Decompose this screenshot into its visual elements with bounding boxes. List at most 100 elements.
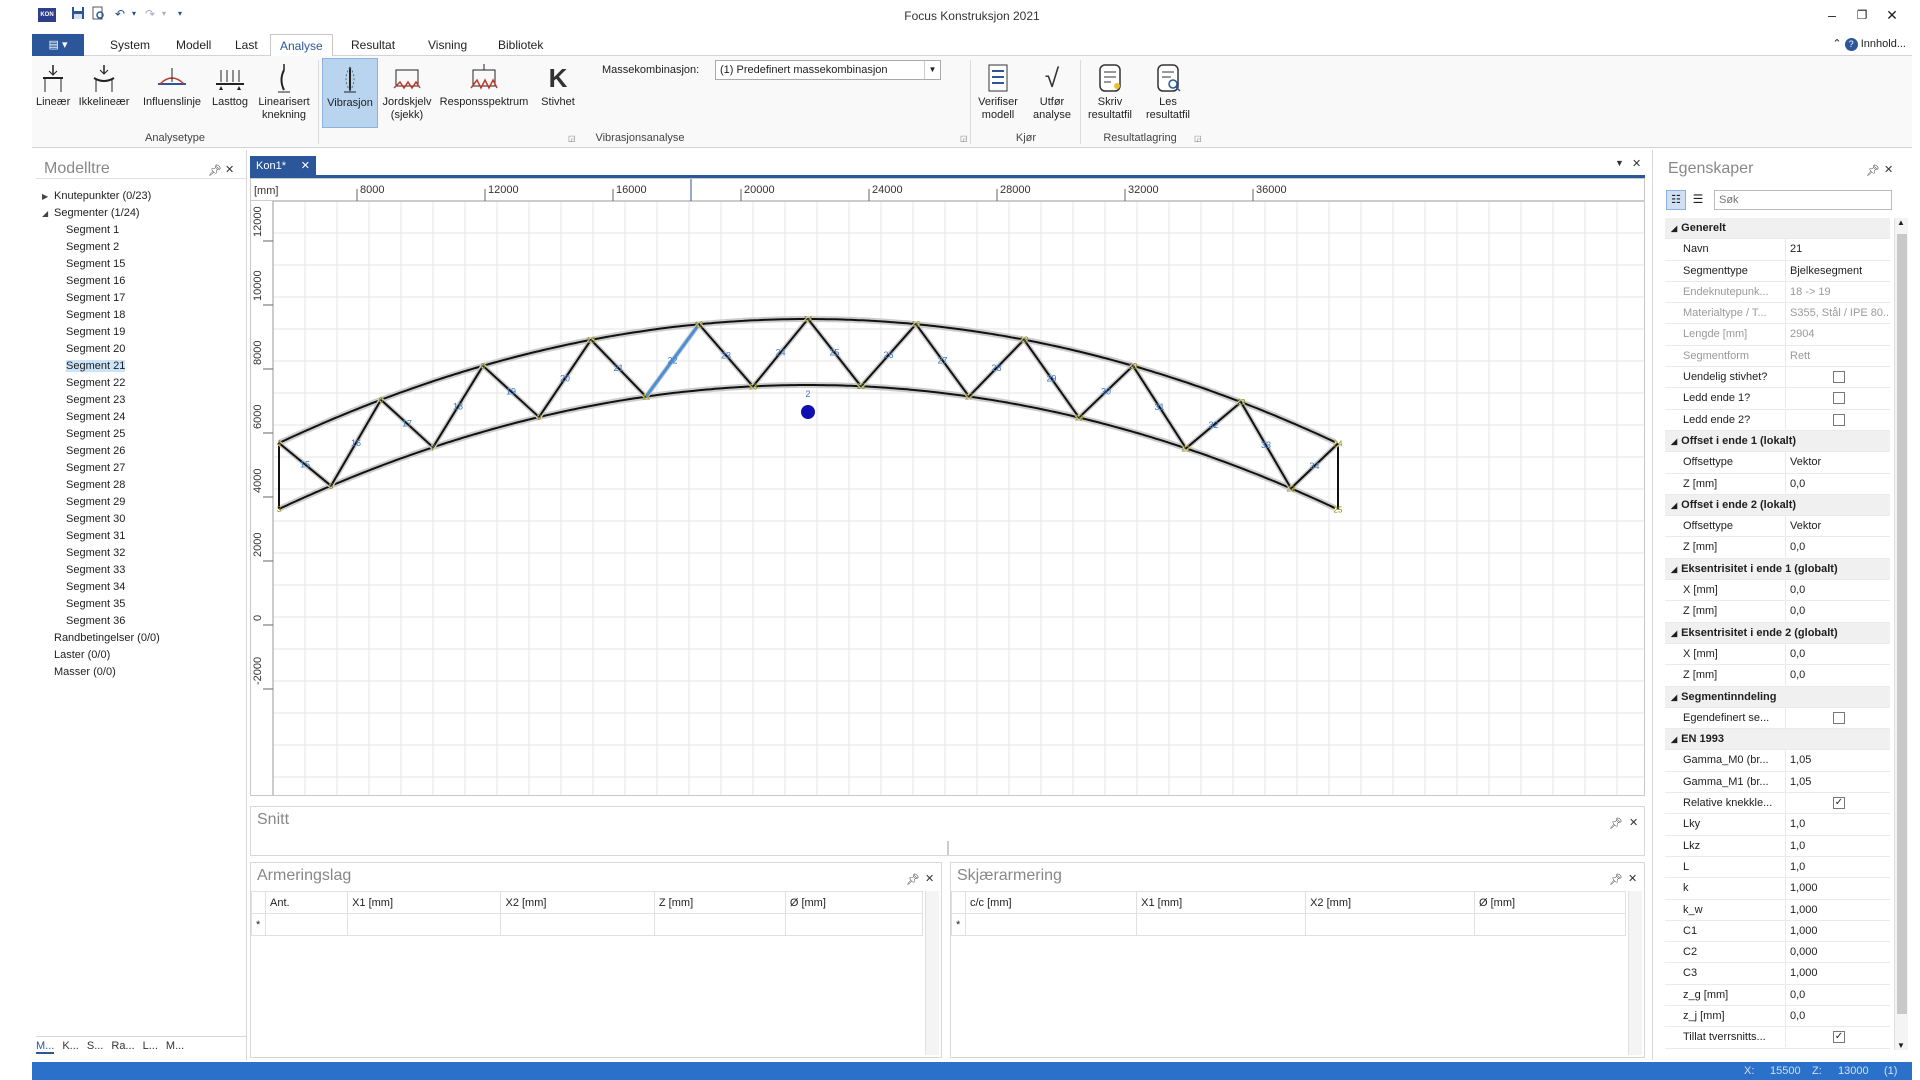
property-row[interactable]: Segmentform Rett [1665, 345, 1890, 368]
tree-item[interactable]: Segment 26 [36, 443, 236, 460]
property-value[interactable]: 1,05 [1785, 771, 1890, 793]
collapse-arrow-icon[interactable]: ◢ [1671, 735, 1677, 744]
property-row[interactable]: Offsettype Vektor [1665, 516, 1890, 538]
bottom-tab[interactable]: M... [166, 1040, 184, 1052]
tree-item[interactable]: Segment 35 [36, 596, 236, 613]
property-row[interactable]: C3 1,000 [1665, 963, 1890, 985]
tree-item[interactable]: Segment 21 [36, 358, 236, 375]
tab-resultat[interactable]: Resultat [342, 34, 404, 56]
linearized-buckling-button[interactable]: Linearisert knekning [256, 62, 312, 122]
property-value[interactable]: 0,0 [1785, 665, 1890, 687]
column-header[interactable]: X1 [mm] [1136, 891, 1307, 914]
property-value[interactable]: 0,0 [1785, 1005, 1890, 1027]
new-row[interactable]: * [251, 913, 924, 936]
tree-item[interactable]: Segment 31 [36, 528, 236, 545]
bottom-tab[interactable]: Ra... [111, 1040, 134, 1052]
property-row[interactable]: z_j [mm] 0,0 [1665, 1005, 1890, 1028]
grid-cell[interactable] [653, 913, 786, 936]
property-scrollbar[interactable]: ▲ ▼ [1894, 218, 1908, 1050]
bottom-tab[interactable]: S... [87, 1040, 104, 1052]
property-value[interactable]: 0,0 [1785, 643, 1890, 665]
column-header[interactable]: X2 [mm] [1305, 891, 1476, 914]
pin-icon[interactable]: 📌︎ [906, 873, 920, 886]
grid-cell[interactable] [1136, 913, 1307, 936]
alphabetical-view-icon[interactable]: ☰ [1688, 190, 1708, 210]
tree-item[interactable]: Laster (0/0) [36, 647, 236, 664]
tree-item[interactable]: Segment 30 [36, 511, 236, 528]
property-category[interactable]: ◢ Generelt [1665, 218, 1890, 240]
splitter-handle[interactable] [947, 841, 949, 855]
center-of-mass-marker[interactable] [801, 405, 815, 419]
pin-icon[interactable]: 📌︎ [1866, 164, 1880, 177]
influence-line-button[interactable]: Influenslinje [140, 62, 204, 109]
property-value[interactable]: 0,000 [1785, 942, 1890, 964]
scrollbar-thumb[interactable] [1897, 234, 1907, 1014]
property-row[interactable]: Materialtype / T... S355, Stål / IPE 80..… [1665, 303, 1890, 325]
property-row[interactable]: Gamma_M1 (br... 1,05 [1665, 771, 1890, 794]
bottom-tab[interactable]: K... [62, 1040, 79, 1052]
resultatlagring-launcher-icon[interactable]: ◲ [1194, 134, 1202, 143]
earthquake-check-button[interactable]: Jordskjelv (sjekk) [382, 62, 432, 122]
property-row[interactable]: X [mm] 0,0 [1665, 580, 1890, 602]
tree-item[interactable]: Segment 36 [36, 613, 236, 630]
property-row[interactable]: Ledd ende 2? [1665, 409, 1890, 431]
document-tab-kon1[interactable]: Kon1* ✕ [250, 156, 316, 176]
property-value[interactable]: Bjelkesegment [1785, 260, 1890, 282]
property-value[interactable]: 1,0 [1785, 814, 1890, 836]
property-value[interactable]: 1,000 [1785, 920, 1890, 942]
property-row[interactable]: Ledd ende 1? [1665, 388, 1890, 410]
pin-icon[interactable]: 📌︎ [208, 164, 222, 177]
linear-analysis-button[interactable]: Lineær [36, 62, 70, 109]
property-value[interactable]: 1,000 [1785, 899, 1890, 921]
tree-item[interactable]: Randbetingelser (0/0) [36, 630, 236, 647]
grid-cell[interactable] [347, 913, 502, 936]
column-header[interactable]: Ø [mm] [784, 891, 924, 914]
load-train-button[interactable]: Lasttog [210, 62, 250, 109]
close-icon[interactable]: ✕ [1878, 4, 1906, 26]
close-document-icon[interactable]: ✕ [1632, 157, 1641, 170]
bottom-tab[interactable]: L... [143, 1040, 158, 1052]
property-row[interactable]: Z [mm] 0,0 [1665, 473, 1890, 495]
scroll-down-icon[interactable]: ▼ [1897, 1041, 1905, 1050]
expand-arrow-icon[interactable]: ▶ [42, 188, 54, 205]
verify-model-button[interactable]: Verifiser modell [974, 62, 1022, 122]
column-header[interactable]: Ø [mm] [1474, 891, 1626, 914]
property-category[interactable]: ◢ Eksentrisitet i ende 2 (globalt) [1665, 622, 1890, 644]
armeringslag-grid[interactable]: Ant. X1 [mm] X2 [mm] Z [mm] Ø [mm] * [251, 891, 924, 936]
property-value[interactable]: 0,0 [1785, 473, 1890, 495]
property-row[interactable]: Uendelig stivhet? [1665, 367, 1890, 389]
grid-cell[interactable] [784, 913, 924, 936]
tab-system[interactable]: System [101, 34, 159, 56]
collapse-arrow-icon[interactable]: ◢ [1671, 565, 1677, 574]
property-row[interactable]: Relative knekkle... ✓ [1665, 793, 1890, 815]
stiffness-button[interactable]: K Stivhet [536, 62, 580, 109]
property-row[interactable]: L 1,0 [1665, 856, 1890, 879]
property-category[interactable]: ◢ Offset i ende 2 (lokalt) [1665, 494, 1890, 517]
write-result-file-button[interactable]: Skriv resultatfil [1082, 62, 1138, 122]
property-value[interactable]: 1,0 [1785, 856, 1890, 878]
tab-analyse[interactable]: Analyse [270, 34, 333, 57]
tree-item[interactable]: Segment 1 [36, 222, 236, 239]
property-row[interactable]: Endeknutepunk... 18 -> 19 [1665, 281, 1890, 304]
property-row[interactable]: Lengde [mm] 2904 [1665, 324, 1890, 346]
property-row[interactable]: Z [mm] 0,0 [1665, 537, 1890, 559]
nonlinear-analysis-button[interactable]: Ikkelineær [76, 62, 132, 109]
property-row[interactable]: z_g [mm] 0,0 [1665, 984, 1890, 1006]
property-value[interactable]: 0,0 [1785, 601, 1890, 623]
property-value[interactable]: Vektor [1785, 452, 1890, 474]
property-row[interactable]: k_w 1,000 [1665, 899, 1890, 921]
property-value[interactable]: 1,000 [1785, 878, 1890, 900]
bottom-tab[interactable]: M... [36, 1040, 55, 1054]
collapse-arrow-icon[interactable]: ◢ [42, 205, 54, 222]
chevron-down-icon[interactable]: ▼ [924, 61, 940, 79]
tree-item[interactable]: Segment 19 [36, 324, 236, 341]
restore-icon[interactable]: ❐ [1848, 4, 1876, 26]
grid-cell[interactable] [264, 913, 349, 936]
tree-item[interactable]: Segment 23 [36, 392, 236, 409]
model-canvas[interactable]: [mm] 8000 12000 16000 20000 24000 28000 32000 3… [250, 178, 1645, 796]
tree-item[interactable]: Segment 16 [36, 273, 236, 290]
property-value[interactable]: 1,0 [1785, 835, 1890, 857]
close-panel-icon[interactable]: ✕ [1628, 872, 1637, 885]
property-search-input[interactable] [1714, 190, 1892, 210]
property-value[interactable]: 0,0 [1785, 984, 1890, 1006]
